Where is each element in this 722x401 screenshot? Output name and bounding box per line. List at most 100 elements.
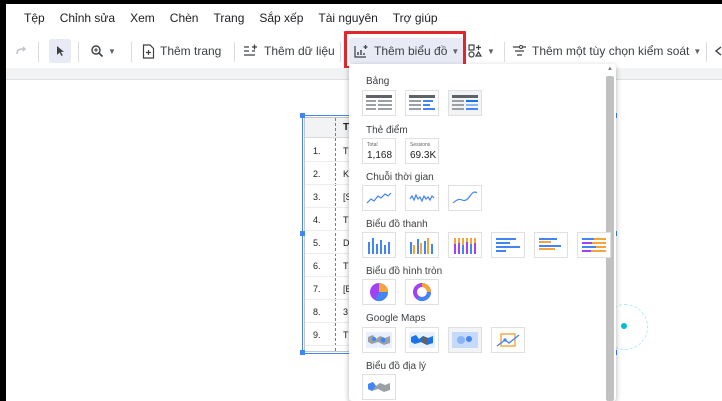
row-number: 1. [313,146,321,156]
chart-option-scorecard-compact[interactable]: Sessions 69.3K [405,138,439,164]
stacked-bar-icon [581,237,607,253]
code-icon [714,45,722,57]
add-data-icon [243,44,259,58]
resize-handle[interactable] [300,231,305,236]
add-chart-menu: ▲ Bảng Thẻ điểm Total 1,168 Sessions 69.… [349,64,616,401]
chart-option-stacked-bar[interactable] [577,232,611,258]
add-page-label: Thêm trang [160,44,222,58]
sparkline-icon [409,190,435,206]
line-map-icon [495,331,521,349]
zoom-button[interactable]: ▼ [90,34,116,68]
add-data-button[interactable]: Thêm dữ liệu [243,34,335,68]
toolbar-divider [38,42,39,62]
heatmap-map-icon [452,332,478,348]
chart-option-donut[interactable] [405,279,439,305]
menu-help[interactable]: Trợ giúp [393,11,438,25]
chart-option-line-map[interactable] [491,327,525,353]
row-value: T [343,215,349,225]
chart-option-grouped-column[interactable] [405,232,439,258]
resize-handle[interactable] [300,113,305,118]
row-number: 9. [313,330,321,340]
timeseries-icon [366,190,392,206]
bar-chart-icon [495,237,521,253]
row-number: 6. [313,261,321,271]
section-title-pie: Biểu đồ hình tròn [366,266,443,277]
menu-page[interactable]: Trang [213,11,244,25]
menu-insert[interactable]: Chèn [170,11,199,25]
section-title-table: Bảng [366,76,390,87]
toolbar-divider [706,42,707,62]
redo-button[interactable] [14,34,28,68]
chart-option-table[interactable] [362,90,396,116]
menu-arrange[interactable]: Sắp xếp [259,11,303,25]
chart-option-scorecard[interactable]: Total 1,168 [362,138,396,164]
chart-option-stacked-column[interactable] [448,232,482,258]
toolbar-divider [234,42,235,62]
row-number: 8. [313,307,321,317]
components-icon [468,44,483,58]
add-page-button[interactable]: Thêm trang [142,34,221,68]
row-value: 3 [343,307,349,317]
section-title-maps: Google Maps [366,313,426,324]
table-bars-icon [409,95,435,111]
chart-option-table-heatmap[interactable] [448,90,482,116]
chart-option-filled-map[interactable] [405,327,439,353]
toolbar-divider [340,42,341,62]
filled-map-icon [409,332,435,348]
chart-option-smoothed-line[interactable] [448,185,482,211]
scorecard-label: Sessions [410,142,431,148]
table-chart-icon [366,95,392,111]
chevron-down-icon: ▼ [487,46,495,56]
row-number: 2. [313,169,321,179]
chart-option-pie[interactable] [362,279,396,305]
chart-option-table-bars[interactable] [405,90,439,116]
menu-bar: Tệp Chỉnh sửa Xem Chèn Trang Sắp xếp Tài… [6,4,722,32]
section-title-bar: Biểu đồ thanh [366,219,428,230]
cursor-icon [54,45,66,57]
row-number: 7. [313,284,321,294]
chart-option-sparkline[interactable] [405,185,439,211]
select-tool-button[interactable] [49,39,71,63]
add-data-label: Thêm dữ liệu [264,44,335,58]
zoom-icon [90,44,104,58]
app-window: Tệp Chỉnh sửa Xem Chèn Trang Sắp xếp Tài… [6,4,722,401]
stacked-column-icon [452,236,478,254]
chart-option-grouped-bar[interactable] [534,232,568,258]
section-title-timeseries: Chuỗi thời gian [366,172,434,183]
scroll-up-icon[interactable]: ▲ [606,66,614,74]
row-number: 4. [313,215,321,225]
row-value: T [343,330,349,340]
menu-file[interactable]: Tệp [24,11,45,25]
grouped-column-icon [409,236,435,254]
menu-edit[interactable]: Chỉnh sửa [60,11,115,25]
chart-option-heatmap-map[interactable] [448,327,482,353]
chart-option-column[interactable] [362,232,396,258]
toolbar-divider [78,42,79,62]
chart-option-timeseries[interactable] [362,185,396,211]
bubble-map-icon [366,332,392,348]
menu-resources[interactable]: Tài nguyên [318,11,377,25]
menu-view[interactable]: Xem [130,11,155,25]
scorecard-value: 1,168 [367,150,393,161]
cursor-dot [621,323,627,329]
add-component-button[interactable]: ▼ [468,34,495,68]
scorecard-value: 69.3K [410,150,437,161]
chart-option-bar[interactable] [491,232,525,258]
code-embed-button[interactable] [714,34,722,68]
smoothed-line-icon [452,190,478,206]
grouped-bar-icon [538,237,564,253]
add-control-label: Thêm một tùy chọn kiểm soát [532,44,690,58]
pie-chart-icon [369,282,389,302]
add-page-icon [142,43,155,59]
chevron-down-icon: ▼ [693,46,702,56]
table-heatmap-icon [452,95,478,111]
resize-handle[interactable] [300,350,305,355]
toolbar-divider [131,42,132,62]
add-control-button[interactable]: Thêm một tùy chọn kiểm soát ▼ [512,34,701,68]
donut-chart-icon [412,282,432,302]
section-title-geo: Biểu đồ địa lý [366,361,427,372]
row-number: 5. [313,238,321,248]
chart-option-geo[interactable] [362,374,396,400]
chart-option-bubble-map[interactable] [362,327,396,353]
row-value: T [343,146,349,156]
